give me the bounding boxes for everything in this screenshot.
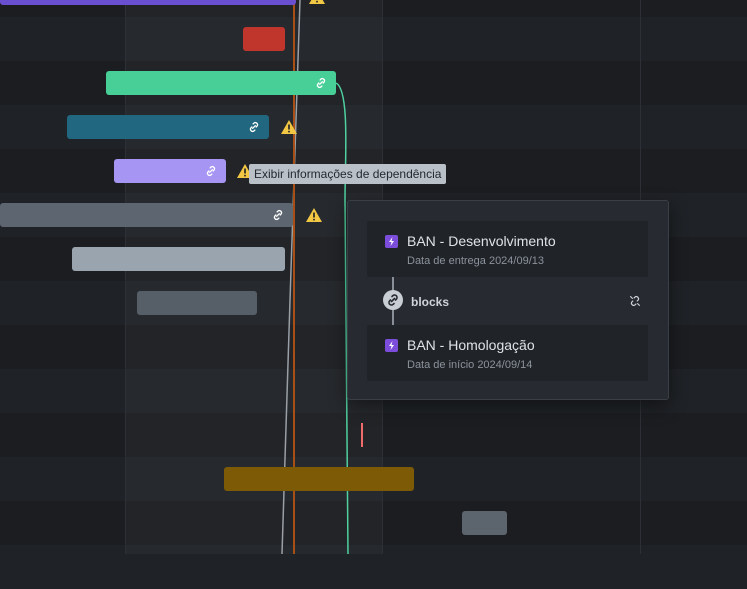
dependency-source-date: Data de entrega 2024/09/13	[407, 255, 545, 267]
dependency-popover: BAN - Desenvolvimento Data de entrega 20…	[347, 200, 669, 400]
link-icon[interactable]	[247, 120, 261, 134]
dependency-target-date: Data de início 2024/09/14	[407, 359, 533, 371]
dependency-tooltip: Exibir informações de dependência	[249, 164, 447, 184]
timeline-bar[interactable]	[67, 115, 269, 139]
timeline-bar-ban-homologacao[interactable]	[0, 203, 293, 227]
timeline-bar[interactable]	[137, 291, 257, 315]
epic-icon	[385, 235, 398, 248]
dependency-connector	[392, 310, 394, 325]
timeline-bar[interactable]	[0, 0, 296, 5]
warning-icon[interactable]	[280, 119, 298, 135]
link-icon[interactable]	[271, 208, 285, 222]
timeline-bar[interactable]	[72, 247, 285, 271]
link-icon	[383, 290, 403, 310]
red-marker	[361, 423, 363, 447]
timeline-bar-ban-desenvolvimento[interactable]	[106, 71, 336, 95]
warning-icon[interactable]	[305, 207, 323, 223]
dependency-target-card[interactable]: BAN - Homologação Data de início 2024/09…	[367, 325, 648, 381]
link-icon[interactable]	[314, 76, 328, 90]
timeline-bar[interactable]	[243, 27, 285, 51]
dependency-relation-label: blocks	[411, 295, 450, 309]
warning-icon[interactable]	[308, 0, 326, 5]
dependency-target-title[interactable]: BAN - Homologação	[407, 337, 535, 353]
timeline-bar[interactable]	[114, 159, 226, 183]
dependency-connector	[392, 276, 394, 291]
unlink-icon[interactable]	[628, 294, 642, 308]
dependency-source-title[interactable]: BAN - Desenvolvimento	[407, 233, 556, 249]
epic-icon	[385, 339, 398, 352]
timeline-view: { "colors": { "background": "#1b1d21", "…	[0, 0, 747, 589]
dependency-source-card[interactable]: BAN - Desenvolvimento Data de entrega 20…	[367, 221, 648, 277]
timeline-bar[interactable]	[224, 467, 414, 491]
link-icon[interactable]	[204, 164, 218, 178]
timeline-bar[interactable]	[462, 511, 507, 535]
